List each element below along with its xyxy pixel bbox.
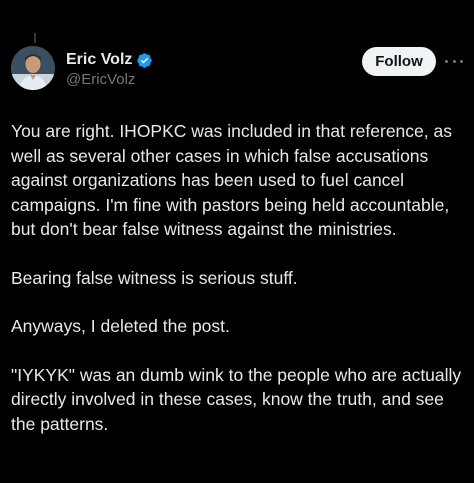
more-horizontal-icon[interactable] [445,54,463,68]
more-dot [445,59,448,63]
tweet-paragraph: You are right. IHOPKC was included in th… [11,121,457,239]
more-dot [452,59,456,63]
follow-button[interactable]: Follow [362,47,436,76]
author-handle[interactable]: @EricVolz [66,70,135,90]
display-name[interactable]: Eric Volz [66,50,132,70]
profile-photo-icon [11,46,55,90]
avatar[interactable] [11,46,55,90]
more-dot [460,59,463,63]
thread-connector-line [34,33,36,43]
tweet-text: You are right. IHOPKC was included in th… [11,119,469,460]
tweet-paragraph: Anyways, I deleted the post. [11,316,230,336]
tweet-paragraph: "IYKYK" was an dumb wink to the people w… [11,364,467,434]
verified-badge-icon [136,52,153,69]
tweet-paragraph: Bearing false witness is serious stuff. [11,267,298,288]
author-name-row: Eric Volz [66,50,153,70]
